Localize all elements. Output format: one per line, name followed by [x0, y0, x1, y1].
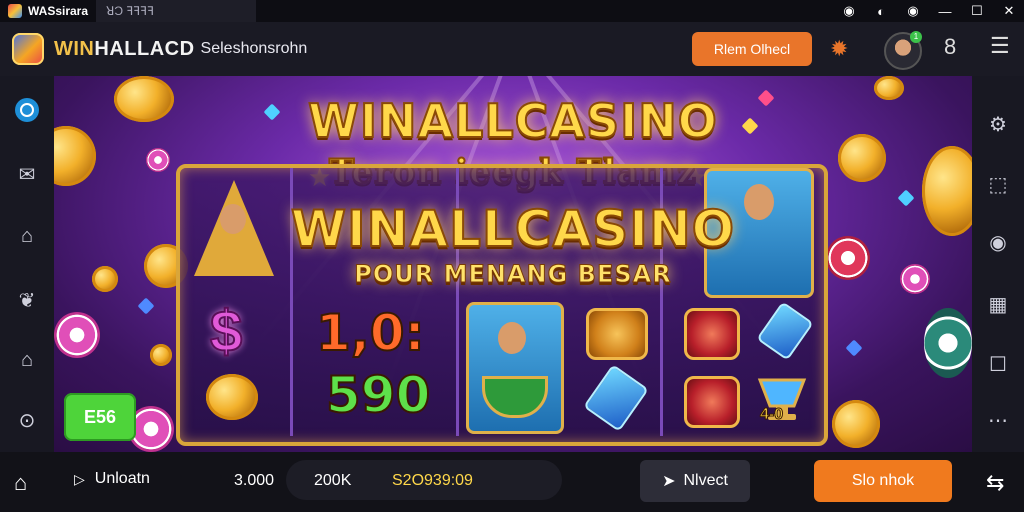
payout-number-top: 1,0:	[315, 303, 426, 363]
right-sidebar: ⚙ ⬚ ◉ ▦ ☐ ⋯	[972, 76, 1024, 452]
close-button[interactable]: ✕	[1000, 3, 1018, 19]
header-subtitle: Seleshonsrohn	[200, 40, 308, 57]
jackpot-value: S2O939:09	[392, 472, 473, 489]
brand-logo-icon[interactable]	[12, 33, 44, 65]
coin-icon	[832, 400, 880, 448]
banner-title-top: WINALLCASINO	[307, 93, 718, 149]
upload-icon[interactable]: ⊙	[13, 406, 41, 434]
avatar-online-badge: 1	[910, 31, 922, 43]
edit-icon[interactable]: ⬚	[984, 170, 1012, 198]
play-control[interactable]: ▷ Unloatn	[74, 470, 150, 488]
browser-tab[interactable]: ꓤƆ ꟻꟻꟻꟻ	[96, 0, 257, 22]
banner-title-main: WINALLCASINO	[290, 199, 736, 259]
app-title: WASsirara	[0, 4, 88, 18]
target-icon[interactable]: ◉	[984, 228, 1012, 256]
play-label: Unloatn	[94, 470, 150, 487]
clock-icon[interactable]	[13, 96, 41, 124]
balance-value: 3.000	[234, 472, 275, 489]
window-title-bar: WASsirara ꓤƆ ꟻꟻꟻꟻ ◉ ◐ ◉ — ☐ ✕	[0, 0, 1024, 22]
app-name: WASsirara	[28, 4, 89, 18]
brand-name: WINHALLACD	[54, 38, 195, 61]
swap-icon[interactable]: ⇆	[986, 470, 1004, 496]
app-logo-icon	[8, 4, 22, 18]
bonus-badge[interactable]: E56	[64, 393, 136, 441]
more-icon[interactable]: ⋯	[984, 406, 1012, 434]
leaf-icon[interactable]: ❦	[13, 286, 41, 314]
effect-button[interactable]: ➤ Nlvect	[640, 460, 750, 502]
promo-banner[interactable]: WINALLCASINO ★ ★ Teron ieegk Tlamz WINAL…	[54, 76, 972, 452]
settings-gear-icon[interactable]: ✹	[830, 36, 848, 62]
payout-number-bottom: 590	[325, 365, 431, 425]
gold-ring-icon	[586, 308, 648, 360]
character-face	[498, 322, 526, 354]
house-icon[interactable]: ⌂	[13, 346, 41, 374]
casino-chip-icon	[924, 308, 972, 378]
cursor-arrow-icon: ➤	[662, 473, 676, 490]
window-controls: ◉ ◐ ◉ — ☐ ✕	[840, 0, 1018, 22]
casino-chip-icon	[54, 312, 100, 358]
brand-name-win: WIN	[54, 37, 95, 60]
header-action-button[interactable]: Rlem Olhecl	[692, 32, 812, 66]
grid-icon[interactable]: ▦	[984, 290, 1012, 318]
play-icon: ▷	[74, 470, 85, 487]
app-header: WINHALLACD Seleshonsrohn Rlem Olhecl ✹ 1…	[0, 22, 1024, 76]
gem-icon	[845, 339, 863, 357]
cta-button[interactable]: Slo nhok	[814, 460, 952, 502]
coin-icon	[150, 344, 172, 366]
brand-name-rest: HALLACD	[94, 37, 195, 60]
mail-icon[interactable]: ✉	[13, 160, 41, 188]
minimize-button[interactable]: —	[936, 4, 954, 19]
red-ring-icon	[684, 308, 740, 360]
menu-icon[interactable]: ☰	[990, 33, 1010, 59]
record-icon[interactable]: ◉	[840, 3, 858, 19]
bet-value: 200K	[314, 472, 352, 489]
square-icon[interactable]: ☐	[984, 350, 1012, 378]
target-icon[interactable]: ◉	[904, 3, 922, 19]
home-outline-icon[interactable]: ⌂	[13, 222, 41, 250]
settings-icon[interactable]: ⚙	[984, 110, 1012, 138]
bottom-toolbar: ⌂ ▷ Unloatn 3.000 200K S2O939:09 ➤ Nlvec…	[0, 452, 1024, 512]
cup-value-label: 4-0	[759, 406, 784, 424]
maximize-button[interactable]: ☐	[968, 3, 986, 19]
coin-icon	[206, 374, 258, 420]
user-icon[interactable]: 8	[944, 34, 956, 60]
left-sidebar: ✉ ⌂ ❦ ⌂ ⊙	[0, 76, 54, 452]
home-icon[interactable]: ⌂	[14, 470, 27, 496]
red-ring-icon	[684, 376, 740, 428]
gem-icon	[137, 297, 155, 315]
effect-label: Nlvect	[683, 472, 728, 489]
banner-tagline: POUR MENANG BESAR	[354, 260, 672, 289]
dollar-symbol: $	[209, 298, 243, 365]
theme-icon[interactable]: ◐	[872, 4, 890, 19]
